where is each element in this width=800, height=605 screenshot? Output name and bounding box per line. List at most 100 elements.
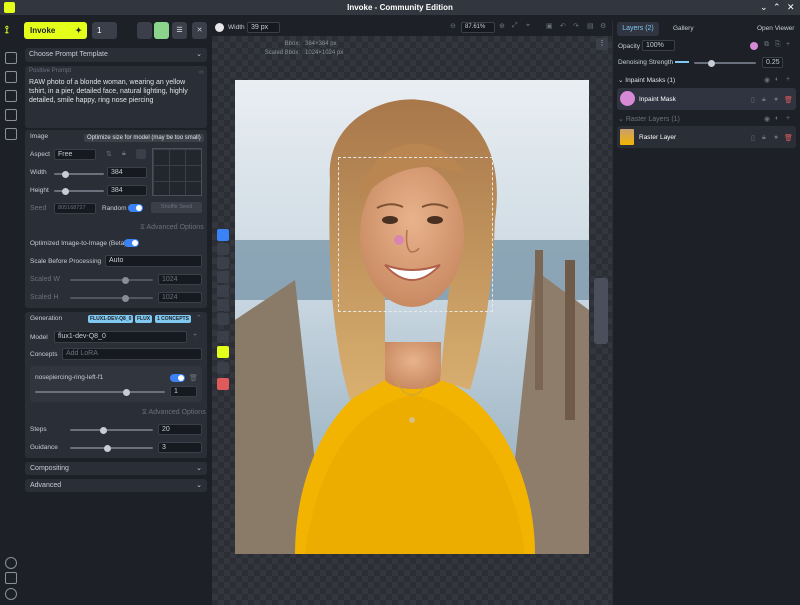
raster-layer-bookmark-icon[interactable]: ▯ <box>751 134 755 142</box>
opacity-input[interactable]: 100% <box>642 40 675 51</box>
concepts-select[interactable]: Add LoRA <box>62 348 202 360</box>
eraser-tool-icon[interactable] <box>217 243 229 255</box>
denoise-input[interactable]: 0.25 <box>762 57 783 68</box>
scaled-h-handle[interactable] <box>122 294 129 302</box>
mask-color-swatch[interactable] <box>750 42 758 50</box>
fit-icon[interactable]: ⤢ <box>512 22 518 30</box>
canvas-menu-icon[interactable]: ⋮ <box>596 38 608 50</box>
inpaint-mask-bookmark-icon[interactable]: ▯ <box>751 96 755 104</box>
zoom-out-icon[interactable]: ⊖ <box>450 22 456 30</box>
duplicate-icon[interactable]: ⎘ <box>775 41 781 49</box>
model-select[interactable]: flux1-dev-Q8_0 <box>54 331 187 343</box>
positive-prompt-text[interactable]: RAW photo of a blonde woman, wearing an … <box>29 78 194 105</box>
height-slider[interactable] <box>54 187 104 195</box>
inpaint-mask-lock-icon[interactable]: 🔒︎ <box>762 96 766 104</box>
reset-view-icon[interactable]: ⌖ <box>526 22 530 30</box>
bbox-tool-icon[interactable] <box>217 299 229 311</box>
shuffle-seed-button[interactable]: Shuffle Seed <box>151 202 202 213</box>
delete-lora-icon[interactable]: 🗑︎ <box>189 374 198 382</box>
color-picker-icon[interactable] <box>217 313 229 325</box>
raster-layer-delete-icon[interactable]: 🗑︎ <box>784 134 793 142</box>
document-icon[interactable]: ▤ <box>587 22 594 30</box>
generation-advanced-options-toggle[interactable]: ⧖ Advanced Options <box>142 409 206 417</box>
help-icon[interactable] <box>5 557 17 569</box>
lora-toggle[interactable] <box>170 374 185 382</box>
scaled-w-handle[interactable] <box>122 276 129 284</box>
lock-icon[interactable]: 🔒︎ <box>122 150 126 158</box>
queue-count-input[interactable]: 1 <box>92 22 117 39</box>
brush-mode-button[interactable] <box>154 22 169 39</box>
brush-color-swatch[interactable] <box>215 23 224 32</box>
hand-tool-icon[interactable] <box>217 285 229 297</box>
inpaint-group-label[interactable]: ⌄ Inpaint Masks (1) <box>618 76 675 84</box>
inpaint-mask-delete-icon[interactable]: 🗑︎ <box>784 96 793 104</box>
open-viewer-button[interactable]: Open Viewer <box>757 25 794 32</box>
settings-icon[interactable] <box>5 588 17 600</box>
lora-weight-input[interactable]: 1 <box>170 386 197 397</box>
guidance-input[interactable]: 3 <box>158 442 202 453</box>
steps-input[interactable]: 20 <box>158 424 202 435</box>
cancel-queue-button[interactable]: ✕ <box>192 22 207 39</box>
swap-icon[interactable]: ⇅ <box>106 150 112 158</box>
code-icon[interactable]: ‹› <box>199 69 204 76</box>
denoise-handle[interactable] <box>708 59 715 67</box>
tab-layers[interactable]: Layers (2) <box>617 22 659 36</box>
scale-before-select[interactable]: Auto <box>105 255 202 267</box>
menu-button[interactable]: ☰ <box>172 22 187 39</box>
redo-icon[interactable]: ↷ <box>573 22 579 30</box>
layers-toggle-icon[interactable] <box>217 331 229 343</box>
lora-weight-slider[interactable] <box>35 388 165 396</box>
inpaint-group-add-icon[interactable]: + <box>786 76 790 83</box>
raster-group-add-icon[interactable]: + <box>786 115 790 122</box>
right-panel-toggle[interactable] <box>594 278 608 344</box>
image-advanced-options-toggle[interactable]: ⧖ Advanced Options <box>140 224 204 232</box>
steps-slider[interactable] <box>70 426 153 434</box>
scaled-h-slider[interactable] <box>70 294 153 302</box>
guidance-handle[interactable] <box>103 444 111 452</box>
maximize-icon[interactable]: ⌃ <box>773 0 781 15</box>
denoise-slider[interactable] <box>694 59 756 67</box>
steps-handle[interactable] <box>99 426 107 434</box>
guidance-slider[interactable] <box>70 444 153 452</box>
merge-icon[interactable]: ⧉ <box>764 41 769 49</box>
optimize-size-button[interactable] <box>136 149 146 159</box>
zoom-in-icon[interactable]: ⊕ <box>499 22 505 30</box>
height-input[interactable]: 384 <box>107 185 147 196</box>
tab-gallery[interactable]: Gallery <box>673 25 694 32</box>
minimize-icon[interactable]: ⌄ <box>760 0 768 15</box>
zoom-select[interactable]: 87.61% <box>461 22 495 33</box>
width-slider-handle[interactable] <box>62 170 69 178</box>
undo-icon[interactable]: ↶ <box>560 22 566 30</box>
upscale-tab-icon[interactable] <box>5 71 17 83</box>
queue-tab-icon[interactable] <box>5 128 17 140</box>
collapse-generation-icon[interactable]: ⌃ <box>196 314 202 322</box>
scaled-w-input[interactable]: 1024 <box>158 274 202 285</box>
seed-input[interactable]: 805168727 <box>54 203 96 214</box>
canvas-settings-icon[interactable]: ⚙ <box>600 22 606 30</box>
add-model-icon[interactable]: + <box>193 332 197 339</box>
brush-tool-icon[interactable] <box>217 229 229 241</box>
scaled-w-slider[interactable] <box>70 276 153 284</box>
optimized-toggle[interactable] <box>124 239 139 247</box>
advanced-section[interactable]: Advanced ⌄ <box>25 479 207 492</box>
width-input[interactable]: 384 <box>107 167 147 178</box>
raster-group-visibility-icon[interactable]: ◉ <box>764 115 770 123</box>
workflows-tab-icon[interactable] <box>5 90 17 102</box>
aspect-select[interactable]: Free <box>54 149 96 160</box>
compositing-section[interactable]: Compositing ⌄ <box>25 462 207 475</box>
inpaint-group-visibility-icon[interactable]: ◉ <box>764 76 770 84</box>
move-tool-icon[interactable] <box>217 271 229 283</box>
save-icon[interactable]: ▣ <box>546 22 553 30</box>
prompt-template-select[interactable]: Choose Prompt Template ⌄ <box>25 48 207 62</box>
bounding-box[interactable] <box>338 157 493 312</box>
image-mode-button[interactable] <box>137 22 152 39</box>
random-seed-toggle[interactable] <box>128 204 143 212</box>
inpaint-group-toggle-icon[interactable]: ◐ <box>775 76 779 83</box>
discord-icon[interactable] <box>5 572 17 584</box>
models-tab-icon[interactable] <box>5 109 17 121</box>
lora-weight-handle[interactable] <box>122 388 130 396</box>
delete-tool-icon[interactable] <box>217 378 229 390</box>
rect-tool-icon[interactable] <box>217 257 229 269</box>
invoke-canvas-icon[interactable] <box>217 346 229 358</box>
add-layer-icon[interactable]: + <box>786 41 790 48</box>
